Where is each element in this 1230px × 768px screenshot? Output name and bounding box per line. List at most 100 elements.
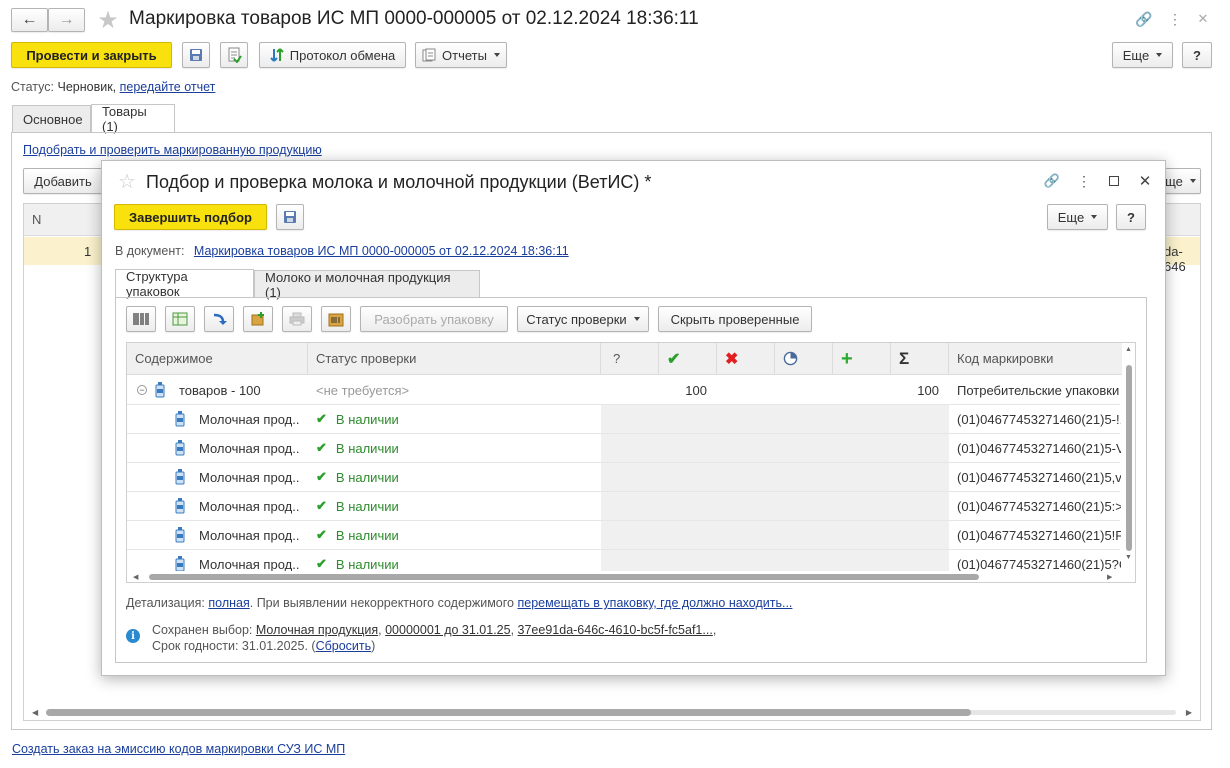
column-header-partial[interactable] (775, 343, 833, 375)
table-row[interactable]: Молочная прод... ✔ В наличии (01)04677453… (127, 434, 1121, 463)
bottle-icon (175, 556, 185, 572)
saved-guid-link[interactable]: 37ee91da-646c-4610-bc5f-fc5af1... (518, 623, 713, 637)
save-button[interactable] (276, 204, 304, 230)
green-check-icon: ✔ (316, 527, 327, 542)
scan-barcode-button[interactable] (126, 306, 156, 332)
table-row-group[interactable]: − товаров - 100 <не требуется> 100 100 П… (127, 376, 1120, 405)
more-table-button[interactable]: ще (1160, 168, 1201, 194)
more-button[interactable]: Еще (1047, 204, 1108, 230)
column-header-error[interactable]: ✖ (717, 343, 775, 375)
more-vertical-icon[interactable]: ⋮ (1168, 9, 1182, 29)
column-header-check-status[interactable]: Статус проверки (308, 343, 601, 375)
group-total-count: 100 (917, 382, 939, 398)
maximize-icon[interactable] (1106, 173, 1122, 189)
scrollbar-thumb[interactable] (149, 574, 979, 580)
close-icon[interactable]: ✕ (1136, 171, 1154, 191)
green-plus-icon: + (841, 347, 853, 370)
move-to-package-link[interactable]: перемещать в упаковку, где должно находи… (517, 596, 792, 610)
scroll-left-arrow[interactable]: ◀ (133, 573, 138, 581)
bottle-icon (175, 527, 185, 543)
tab-goods[interactable]: Товары (1) (91, 104, 175, 134)
link-icon[interactable]: 🔗 (1134, 9, 1154, 29)
group-status: <не требуется> (316, 382, 410, 398)
target-document-line: В документ: Маркировка товаров ИС МП 000… (115, 244, 569, 258)
column-header-content[interactable]: Содержимое (127, 343, 308, 375)
column-header-unknown[interactable]: ? (601, 343, 659, 375)
help-button[interactable]: ? (1116, 204, 1146, 230)
reports-icon (422, 48, 436, 62)
save-button[interactable] (182, 42, 210, 68)
finish-pick-button[interactable]: Завершить подбор (114, 204, 267, 230)
reports-button[interactable]: Отчеты (415, 42, 507, 68)
arrow-right-icon: → (58, 11, 75, 28)
scroll-right-arrow[interactable]: ▶ (1107, 573, 1112, 581)
bottle-icon (175, 440, 185, 456)
post-button[interactable] (220, 42, 248, 68)
green-check-icon: ✔ (316, 440, 327, 455)
add-button[interactable]: Добавить (23, 168, 103, 194)
table-row[interactable]: Молочная прод... ✔ В наличии (01)04677453… (127, 492, 1121, 521)
scroll-right-arrow[interactable]: ▶ (1186, 708, 1192, 717)
tab-package-structure[interactable]: Структура упаковок (115, 269, 254, 299)
row-status: В наличии (335, 498, 399, 514)
favorite-star-icon[interactable]: ★ (94, 6, 122, 34)
move-button[interactable] (204, 306, 234, 332)
exchange-log-button[interactable]: Протокол обмена (259, 42, 406, 68)
column-header-marking-code[interactable]: Код маркировки (949, 343, 1135, 375)
create-emission-order-link[interactable]: Создать заказ на эмиссию кодов маркировк… (12, 742, 345, 756)
more-vertical-icon[interactable]: ⋮ (1077, 171, 1091, 191)
saved-selection-line: Сохранен выбор: Молочная продукция, 0000… (152, 623, 717, 637)
table-row[interactable]: Молочная прод... ✔ В наличии (01)04677453… (127, 463, 1121, 492)
sigma-icon: Σ (899, 348, 910, 368)
back-button[interactable]: ← (11, 8, 48, 32)
add-package-button[interactable] (243, 306, 273, 332)
tab-dairy-products[interactable]: Молоко и молочная продукция (1) (254, 270, 480, 300)
load-from-file-button[interactable] (165, 306, 195, 332)
scroll-down-arrow[interactable]: ▼ (1125, 554, 1132, 561)
info-icon: i (126, 629, 140, 643)
post-and-close-button[interactable]: Провести и закрыть (11, 42, 172, 68)
table-row[interactable]: Молочная прод... ✔ В наличии (01)04677453… (127, 521, 1121, 550)
saved-product-link[interactable]: Молочная продукция (256, 623, 378, 637)
saved-series-link[interactable]: 00000001 до 31.01.25 (385, 623, 510, 637)
package-barcode-button[interactable] (321, 306, 351, 332)
close-icon[interactable]: ✕ (1196, 9, 1210, 29)
more-button[interactable]: Еще (1112, 42, 1173, 68)
group-checked-count: 100 (685, 382, 707, 398)
table-load-icon (172, 312, 188, 326)
scroll-left-arrow[interactable]: ◀ (32, 708, 38, 717)
bottle-icon (175, 498, 185, 514)
column-header-total[interactable]: Σ (891, 343, 949, 375)
table-row[interactable]: Молочная прод... ✔ В наличии (01)04677453… (127, 405, 1121, 434)
column-header-added[interactable]: + (833, 343, 891, 375)
target-document-link[interactable]: Маркировка товаров ИС МП 0000-000005 от … (194, 244, 569, 258)
vertical-scrollbar[interactable]: ▲ ▼ (1122, 343, 1135, 571)
reset-link[interactable]: Сбросить (316, 639, 372, 653)
group-code: Потребительские упаковки (957, 382, 1120, 398)
help-button[interactable]: ? (1182, 42, 1212, 68)
unpack-button[interactable]: Разобрать упаковку (360, 306, 508, 332)
column-header-checked[interactable]: ✔ (659, 343, 717, 375)
link-icon[interactable]: 🔗 (1042, 171, 1062, 191)
arrow-left-icon: ← (21, 11, 38, 28)
check-status-button[interactable]: Статус проверки (517, 306, 649, 332)
document-post-icon (228, 47, 242, 63)
detail-level-link[interactable]: полная (208, 596, 249, 610)
tab-main[interactable]: Основное (12, 105, 91, 133)
pick-and-check-link[interactable]: Подобрать и проверить маркированную прод… (23, 143, 322, 157)
print-button[interactable] (282, 306, 312, 332)
collapse-minus-icon[interactable]: − (137, 385, 147, 395)
scroll-up-arrow[interactable]: ▲ (1125, 346, 1132, 353)
row-code: (01)04677453271460(21)5-!.Z (957, 411, 1121, 427)
detail-line: Детализация: полная. При выявлении некор… (126, 596, 792, 610)
green-check-icon: ✔ (316, 556, 327, 571)
package-barcode-icon (328, 313, 344, 327)
hide-checked-button[interactable]: Скрыть проверенные (658, 306, 812, 332)
horizontal-scrollbar[interactable]: ◀ ▶ (32, 708, 1192, 717)
send-report-link[interactable]: передайте отчет (120, 80, 216, 94)
scrollbar-thumb[interactable] (1126, 365, 1132, 551)
scrollbar-thumb[interactable] (46, 709, 971, 716)
favorite-star-icon[interactable]: ☆ (116, 169, 138, 193)
horizontal-scrollbar[interactable]: ◀ ▶ (127, 571, 1135, 582)
forward-button[interactable]: → (48, 8, 85, 32)
